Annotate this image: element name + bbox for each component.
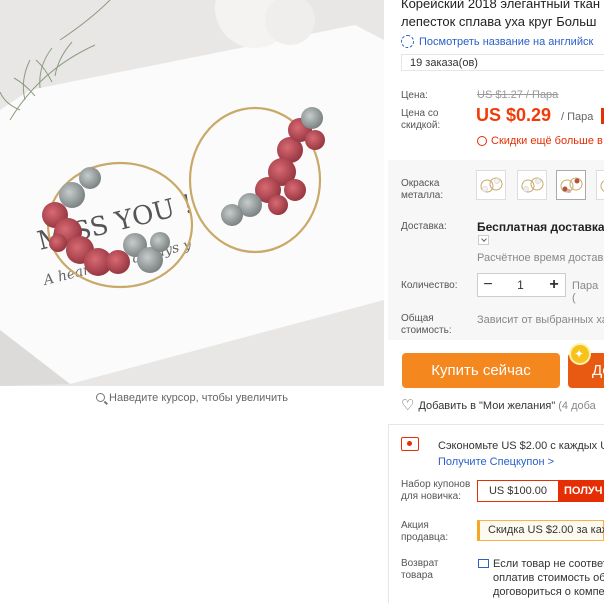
translate-icon bbox=[401, 35, 414, 48]
magnifier-icon bbox=[96, 393, 106, 402]
zoom-hint-text: Наведите курсор, чтобы увеличить bbox=[109, 392, 288, 404]
return-icon bbox=[478, 559, 489, 568]
color-swatch-3[interactable] bbox=[556, 170, 586, 200]
chevron-down-icon[interactable] bbox=[478, 235, 489, 245]
color-swatch-4[interactable] bbox=[596, 170, 604, 200]
delivery-label: Доставка: bbox=[401, 221, 447, 232]
zoom-hint: Наведите курсор, чтобы увеличить bbox=[0, 390, 384, 406]
newuser-coupon-amount: US $100.00 bbox=[478, 481, 558, 501]
alert-icon bbox=[477, 136, 487, 146]
coupon-alert[interactable]: Скидки ещё больше в bbox=[477, 135, 603, 147]
product-title-line-2: лепесток сплава уха круг Больш bbox=[401, 14, 597, 29]
return-label: Возврат товара bbox=[401, 558, 439, 581]
sparkle-badge-icon bbox=[571, 345, 589, 363]
discount-price-label: Цена со скидкой: bbox=[401, 108, 441, 131]
seller-promo-label: Акция продавца: bbox=[401, 520, 449, 543]
product-image[interactable]: MISS YOU ! A heart ... is always y bbox=[0, 0, 384, 386]
delivery-value[interactable]: Бесплатная доставка в bbox=[477, 220, 604, 234]
newuser-coupon-label: Набор купонов для новичка: bbox=[401, 479, 471, 502]
newuser-coupon[interactable]: US $100.00 ПОЛУЧ bbox=[477, 480, 604, 502]
coupon-alert-text: Скидки ещё больше в bbox=[491, 135, 603, 147]
wishlist-label: Добавить в "Мои желания" bbox=[418, 400, 556, 412]
color-swatch-1[interactable] bbox=[476, 170, 506, 200]
translate-link-text: Посмотреть название на английск bbox=[419, 35, 594, 48]
color-swatch-2[interactable] bbox=[517, 170, 547, 200]
coupon-icon bbox=[401, 437, 419, 451]
quantity-unit: Пара ( bbox=[572, 280, 599, 304]
add-to-wishlist[interactable]: ♡ Добавить в "Мои желания" (4 доба bbox=[401, 397, 596, 414]
orders-count: 19 заказа(ов) bbox=[401, 54, 604, 71]
old-price: US $1.27 / Пара bbox=[477, 89, 559, 101]
save-text: Сэкономьте US $2.00 с каждых US bbox=[438, 440, 604, 452]
buy-now-button[interactable]: Купить сейчас bbox=[402, 353, 560, 388]
quantity-stepper: − 1 + bbox=[477, 273, 566, 297]
return-text: Если товар не соответ оплатив стоимость … bbox=[493, 558, 604, 598]
quantity-increase-button[interactable]: + bbox=[543, 276, 565, 294]
product-title-line-1: Корейский 2018 элегантный ткан bbox=[401, 0, 601, 11]
quantity-label: Количество: bbox=[401, 280, 458, 291]
get-newuser-coupon-button[interactable]: ПОЛУЧ bbox=[558, 481, 603, 501]
delivery-time: Расчётное время доставк bbox=[477, 252, 604, 264]
wishlist-count: (4 доба bbox=[558, 400, 596, 412]
price-label: Цена: bbox=[401, 90, 428, 101]
price-unit: / Пара bbox=[561, 111, 594, 123]
total-value: Зависит от выбранных хар bbox=[477, 314, 604, 326]
quantity-decrease-button[interactable]: − bbox=[478, 276, 498, 294]
total-label: Общая стоимость: bbox=[401, 313, 452, 336]
color-label: Окраска металла: bbox=[401, 178, 444, 201]
translate-link[interactable]: Посмотреть название на английск bbox=[401, 35, 593, 48]
seller-promo[interactable]: Скидка US $2.00 за кажд bbox=[477, 520, 604, 541]
get-coupon-link[interactable]: Получите Спецкупон > bbox=[438, 456, 554, 468]
discount-price: US $0.29 bbox=[476, 105, 552, 125]
quantity-input[interactable]: 1 bbox=[498, 278, 543, 292]
heart-icon: ♡ bbox=[401, 397, 415, 414]
